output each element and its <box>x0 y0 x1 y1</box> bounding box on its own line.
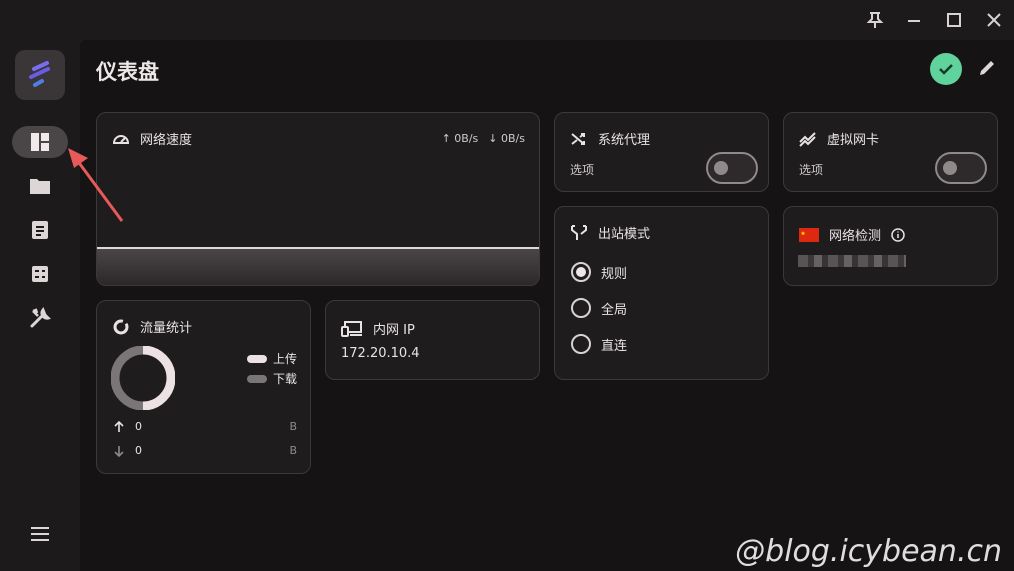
sidebar-item-tools[interactable] <box>12 302 68 334</box>
download-speed: ↓ 0B/s <box>488 132 525 145</box>
menu-button[interactable] <box>12 518 68 550</box>
legend-download: 下载 <box>247 370 297 387</box>
page-title: 仪表盘 <box>96 60 159 84</box>
radio-button[interactable] <box>571 298 591 318</box>
status-ok-button[interactable] <box>930 53 962 85</box>
option-label: 规则 <box>601 266 628 282</box>
maximize-icon[interactable] <box>939 6 969 34</box>
pin-icon[interactable] <box>860 6 890 34</box>
card-header: 虚拟网卡 <box>799 129 879 148</box>
outbound-mode-card: 出站模式 规则 全局 直连 <box>554 206 769 380</box>
arrow-down-icon <box>114 445 124 457</box>
info-icon[interactable] <box>891 227 905 242</box>
card-header: 网络检测 <box>799 225 905 244</box>
devices-icon <box>341 320 362 337</box>
virtual-nic-card: 虚拟网卡 选项 <box>783 112 998 192</box>
legend-label: 下载 <box>273 372 298 386</box>
rules-icon <box>32 221 48 239</box>
card-title: 出站模式 <box>598 227 651 242</box>
connections-icon <box>32 266 48 282</box>
app-logo <box>15 50 65 100</box>
close-icon[interactable] <box>979 6 1009 34</box>
watermark: @blog.icybean.cn <box>735 534 1002 569</box>
option-label: 全局 <box>601 302 628 318</box>
radio-button[interactable] <box>571 334 591 354</box>
legend-upload: 上传 <box>247 350 297 367</box>
card-title: 网络检测 <box>829 229 882 244</box>
shuffle-icon <box>571 132 585 145</box>
card-title: 内网 IP <box>373 323 415 338</box>
radio-button[interactable] <box>571 262 591 282</box>
pencil-icon <box>980 61 994 75</box>
card-header: 系统代理 <box>570 129 650 148</box>
network-check-card: 网络检测 <box>783 206 998 286</box>
card-title: 虚拟网卡 <box>827 133 880 148</box>
card-title: 系统代理 <box>598 133 651 148</box>
system-proxy-toggle[interactable] <box>706 152 758 184</box>
wave-icon <box>799 131 816 147</box>
mode-option-rule[interactable]: 规则 <box>571 262 627 282</box>
upload-value: 0 <box>135 420 142 433</box>
virtual-nic-toggle[interactable] <box>935 152 987 184</box>
intranet-ip-card: 内网 IP 172.20.10.4 <box>325 300 540 380</box>
sidebar <box>0 40 80 571</box>
speed-chart <box>97 247 539 285</box>
upload-row: 0 B <box>113 420 297 433</box>
option-label: 选项 <box>570 163 595 177</box>
card-header: 内网 IP <box>341 319 415 338</box>
ip-value: 172.20.10.4 <box>341 346 420 361</box>
upload-speed: ↑ 0B/s <box>441 132 479 145</box>
option-label: 直连 <box>601 338 628 354</box>
card-header: 流量统计 <box>112 317 192 336</box>
traffic-donut-chart <box>111 346 175 410</box>
sidebar-item-connections[interactable] <box>12 258 68 290</box>
arrow-up-icon <box>114 420 124 432</box>
option-label: 选项 <box>799 163 824 177</box>
download-unit: B <box>289 444 297 457</box>
edit-button[interactable] <box>975 56 999 80</box>
minimize-icon[interactable] <box>899 6 929 34</box>
fork-icon <box>571 224 587 240</box>
download-value: 0 <box>135 444 142 457</box>
dashboard-icon <box>31 133 49 151</box>
tools-icon <box>30 307 51 328</box>
speed-values: ↑ 0B/s ↓ 0B/s <box>442 132 525 145</box>
card-header: 出站模式 <box>570 223 650 242</box>
mode-option-direct[interactable]: 直连 <box>571 334 627 354</box>
network-speed-card: 网络速度 ↑ 0B/s ↓ 0B/s <box>96 112 540 286</box>
donut-icon <box>113 319 129 334</box>
download-row: 0 B <box>113 444 297 457</box>
card-title: 网络速度 <box>140 133 193 148</box>
title-bar <box>0 0 1014 40</box>
menu-icon <box>31 527 49 541</box>
check-icon <box>939 64 953 75</box>
flag-icon <box>799 227 819 242</box>
mode-option-global[interactable]: 全局 <box>571 298 627 318</box>
blurred-ip <box>798 255 906 267</box>
annotation-arrow <box>68 148 124 222</box>
card-title: 流量统计 <box>140 321 193 336</box>
system-proxy-card: 系统代理 选项 <box>554 112 769 192</box>
upload-unit: B <box>289 420 297 433</box>
legend-label: 上传 <box>273 352 298 366</box>
main-content: 仪表盘 网络速度 ↑ 0B/s ↓ 0B/s 系统代理 选项 虚拟网卡 选项 出… <box>80 40 1014 571</box>
traffic-stats-card: 流量统计 上传 下载 0 B 0 B <box>96 300 311 474</box>
folder-icon <box>30 179 50 194</box>
